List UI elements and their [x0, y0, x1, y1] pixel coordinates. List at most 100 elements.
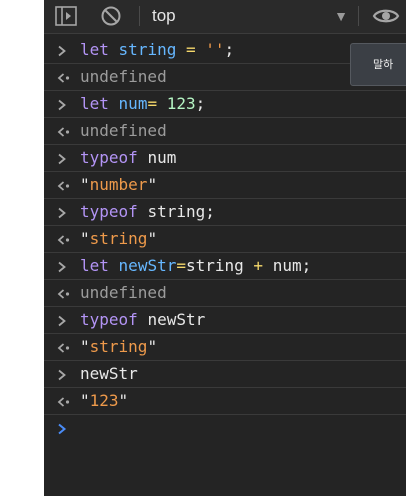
- token: let: [80, 256, 109, 275]
- token: ": [147, 229, 158, 248]
- chevron-right-icon: [57, 91, 71, 118]
- token: string: [118, 40, 177, 59]
- console-input-row[interactable]: typeof string;: [44, 199, 406, 226]
- console-output-row[interactable]: undefined: [44, 280, 406, 307]
- token: let: [80, 40, 109, 59]
- token: ": [118, 391, 129, 410]
- chevron-down-icon: ▼: [334, 8, 348, 24]
- console-prompt[interactable]: [44, 415, 406, 443]
- console-text: undefined: [80, 64, 167, 90]
- return-arrow-icon: [57, 334, 71, 361]
- console-text: typeof newStr: [80, 307, 205, 333]
- console-text: "number": [80, 172, 157, 198]
- tooltip-text: 말하: [373, 58, 394, 71]
- console-text: let string = '';: [80, 37, 234, 63]
- token: undefined: [80, 67, 167, 86]
- console-output-row[interactable]: "number": [44, 172, 406, 199]
- chevron-right-icon: [57, 145, 71, 172]
- console-input-row[interactable]: newStr: [44, 361, 406, 388]
- token: 123: [89, 391, 119, 410]
- console-input-row[interactable]: typeof num: [44, 145, 406, 172]
- token: ": [80, 175, 90, 194]
- token: ;: [195, 94, 206, 113]
- console-output-row[interactable]: undefined: [44, 118, 406, 145]
- token: typeof: [80, 202, 138, 221]
- token: let: [80, 94, 109, 113]
- console-text: undefined: [80, 118, 167, 144]
- token: ;: [224, 40, 235, 59]
- return-arrow-icon: [57, 64, 71, 91]
- token: ": [80, 337, 90, 356]
- token: =: [185, 40, 196, 59]
- token: string: [89, 337, 148, 356]
- return-arrow-icon: [57, 118, 71, 145]
- token: =: [147, 94, 158, 113]
- sidebar-toggle-icon[interactable]: [54, 4, 78, 28]
- return-arrow-icon: [57, 388, 71, 415]
- console-text: "string": [80, 226, 157, 252]
- token: num;: [272, 256, 312, 275]
- token: ": [80, 391, 90, 410]
- tooltip: 말하: [350, 43, 406, 86]
- token: ": [147, 175, 158, 194]
- token: undefined: [80, 283, 167, 302]
- console-text: let newStr=string + num;: [80, 253, 311, 279]
- context-value: top: [152, 6, 176, 25]
- console-text: typeof num: [80, 145, 176, 171]
- token: typeof: [80, 148, 138, 167]
- token: num: [147, 148, 177, 167]
- chevron-right-icon: [57, 253, 71, 280]
- return-arrow-icon: [57, 226, 71, 253]
- token: newStr: [80, 364, 138, 383]
- console-output-row[interactable]: "string": [44, 334, 406, 361]
- token: ": [80, 229, 90, 248]
- token: =: [176, 256, 186, 275]
- chevron-right-icon: [57, 199, 71, 226]
- chevron-right-icon: [57, 37, 71, 64]
- console-input-row[interactable]: let newStr=string + num;: [44, 253, 406, 280]
- console-panel: top ▼ let string = ''; undefined let num= …: [44, 0, 406, 496]
- context-selector[interactable]: top ▼: [152, 3, 348, 29]
- chevron-right-icon: [57, 361, 71, 388]
- console-text: typeof string;: [80, 199, 215, 225]
- clear-console-icon[interactable]: [99, 4, 123, 28]
- token: number: [89, 175, 148, 194]
- token: undefined: [80, 121, 167, 140]
- token: '': [205, 40, 225, 59]
- token: 123: [166, 94, 196, 113]
- console-toolbar: top ▼: [44, 0, 406, 34]
- console-log: let string = ''; undefined let num= 123; un…: [44, 37, 406, 443]
- token: ": [147, 337, 158, 356]
- console-input-row[interactable]: let num= 123;: [44, 91, 406, 118]
- token: num: [118, 94, 148, 113]
- token: newStr: [147, 310, 206, 329]
- toolbar-divider: [358, 6, 359, 26]
- console-output-row[interactable]: "123": [44, 388, 406, 415]
- token: string;: [147, 202, 215, 221]
- console-text: "123": [80, 388, 128, 414]
- toolbar-divider: [139, 6, 140, 26]
- console-text: newStr: [80, 361, 138, 387]
- token: string: [89, 229, 148, 248]
- prompt-chevron-icon: [57, 415, 67, 443]
- console-text: "string": [80, 334, 157, 360]
- token: +: [253, 256, 264, 275]
- token: typeof: [80, 310, 138, 329]
- eye-icon[interactable]: [370, 4, 402, 28]
- console-text: undefined: [80, 280, 167, 306]
- return-arrow-icon: [57, 172, 71, 199]
- token: string: [185, 256, 244, 275]
- console-output-row[interactable]: "string": [44, 226, 406, 253]
- console-input-row[interactable]: typeof newStr: [44, 307, 406, 334]
- token: newStr: [118, 256, 177, 275]
